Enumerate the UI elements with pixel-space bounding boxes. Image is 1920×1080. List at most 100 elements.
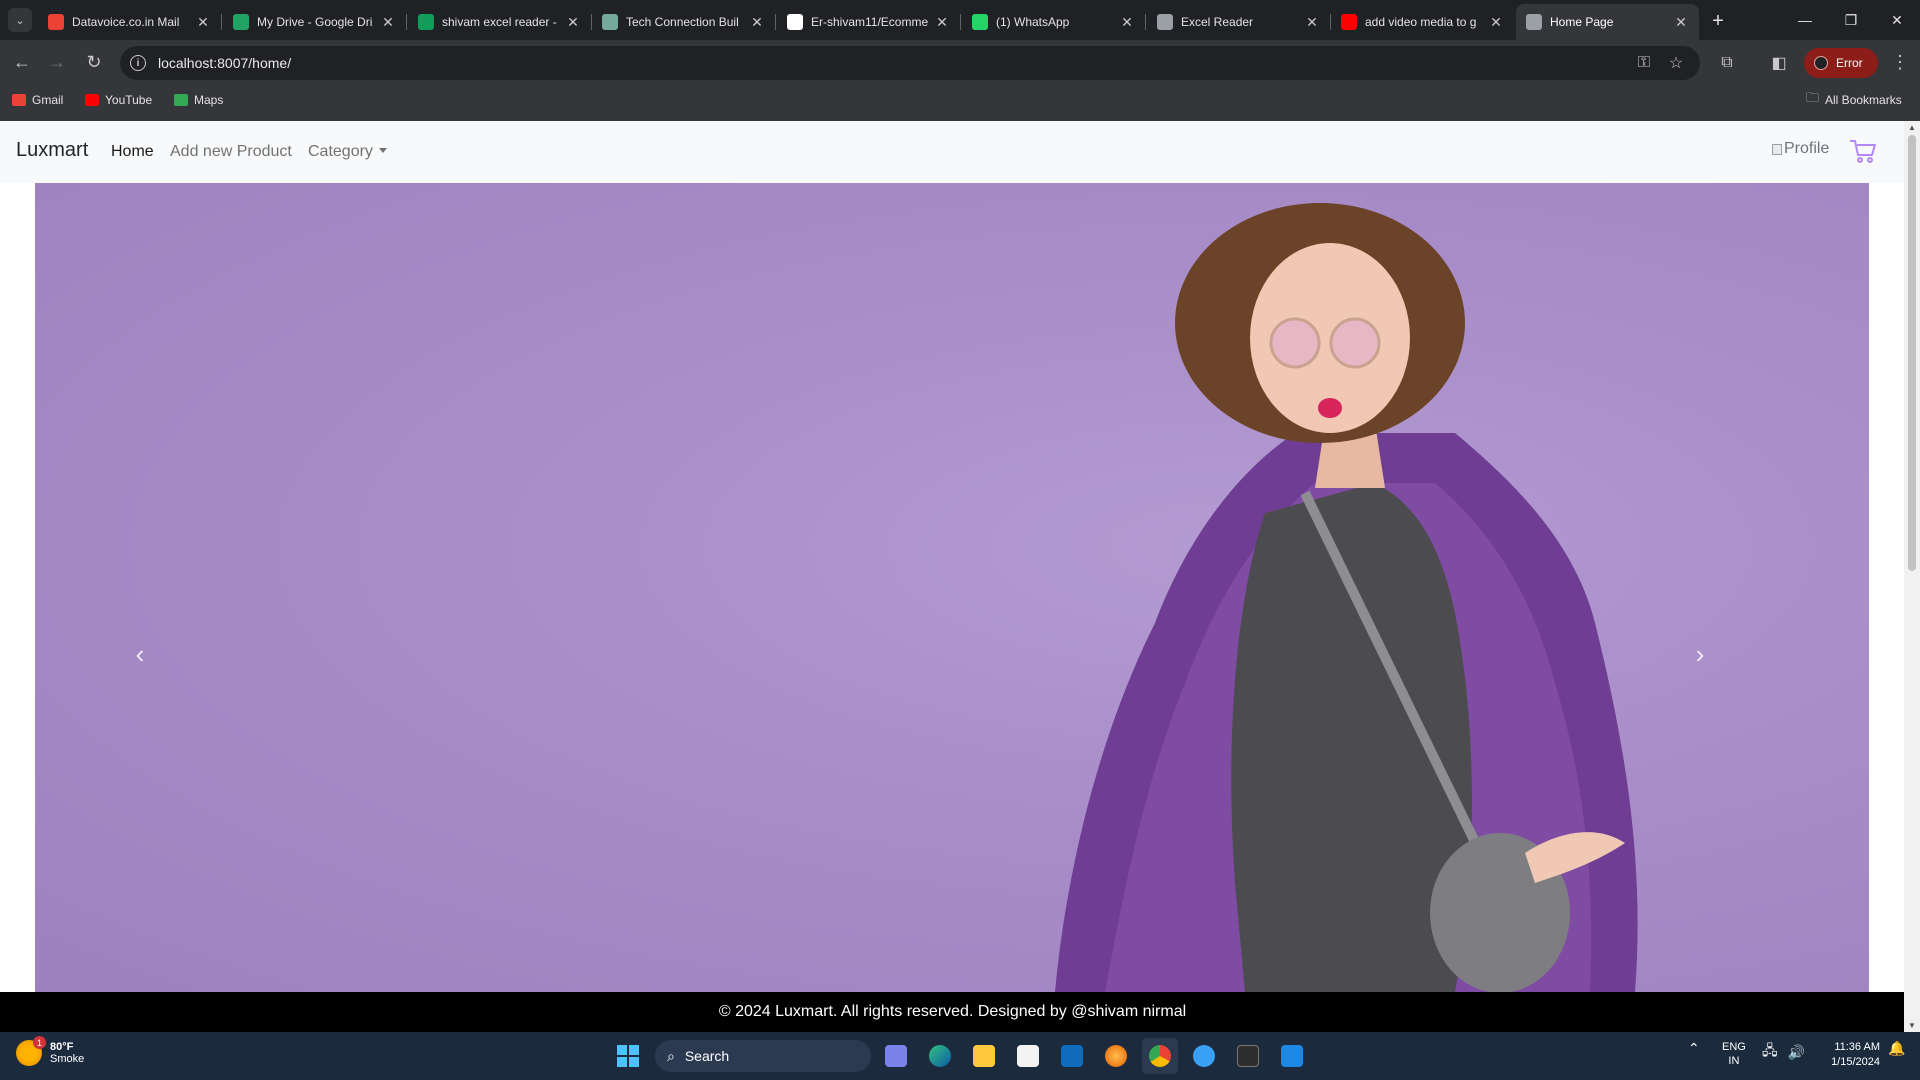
browser-tab[interactable]: Tech Connection Buil ✕ xyxy=(592,4,775,40)
minimize-button[interactable]: — xyxy=(1782,0,1828,40)
scroll-down-icon[interactable]: ▼ xyxy=(1907,1021,1917,1030)
system-tray-icons[interactable]: 🖧 🔊 xyxy=(1762,1040,1805,1064)
weather-temp: 80°F xyxy=(50,1041,74,1053)
clock[interactable]: 11:36 AM 1/15/2024 xyxy=(1820,1040,1880,1070)
notifications-bell-icon[interactable]: 🔔 xyxy=(1888,1040,1905,1057)
cart-icon[interactable] xyxy=(1848,136,1878,166)
tab-title: add video media to g xyxy=(1365,15,1477,29)
site-info-icon[interactable]: i xyxy=(130,55,146,71)
browser-tab[interactable]: Datavoice.co.in Mail ✕ xyxy=(38,4,221,40)
clock-time: 11:36 AM xyxy=(1834,1041,1880,1053)
search-label: Search xyxy=(684,1048,730,1064)
lang-bottom: IN xyxy=(1728,1055,1740,1067)
browser-tab[interactable]: Er-shivam11/Ecomme ✕ xyxy=(777,4,960,40)
nav-category-dropdown[interactable]: Category xyxy=(308,143,387,161)
youtube-icon xyxy=(1341,14,1357,30)
browser-icon xyxy=(1193,1045,1215,1067)
category-label: Category xyxy=(308,143,373,160)
teams-app-button[interactable] xyxy=(878,1038,914,1074)
mail-icon xyxy=(1061,1045,1083,1067)
weather-widget[interactable]: 1 80°F Smoke xyxy=(16,1036,84,1066)
profile-image[interactable]: Profile xyxy=(1772,140,1829,158)
volume-icon: 🔊 xyxy=(1787,1043,1806,1060)
site-footer: © 2024 Luxmart. All rights reserved. Des… xyxy=(0,992,1920,1032)
start-button[interactable] xyxy=(610,1038,646,1074)
site-navbar: Luxmart Home Add new Product Category Pr… xyxy=(0,121,1904,183)
browser-tab[interactable]: shivam excel reader - ✕ xyxy=(408,4,591,40)
browser-tab[interactable]: My Drive - Google Dri ✕ xyxy=(223,4,406,40)
close-window-button[interactable]: ✕ xyxy=(1874,0,1920,40)
vscode-icon xyxy=(1281,1045,1303,1067)
scroll-up-icon[interactable]: ▲ xyxy=(1907,123,1917,132)
avatar xyxy=(1814,56,1828,70)
language-indicator[interactable]: ENG IN xyxy=(1722,1040,1746,1068)
edge-icon xyxy=(929,1045,951,1067)
tab-title: My Drive - Google Dri xyxy=(257,15,373,29)
tab-title: Tech Connection Buil xyxy=(626,15,739,29)
terminal-icon xyxy=(1237,1045,1259,1067)
chrome-menu-icon[interactable]: ⋮ xyxy=(1890,50,1910,74)
chatgpt-icon xyxy=(602,14,618,30)
profile-error-button[interactable]: Error xyxy=(1804,48,1878,78)
new-tab-button[interactable]: + xyxy=(1705,8,1731,34)
tab-title: shivam excel reader - xyxy=(442,15,557,29)
bookmark-star-icon[interactable]: ☆ xyxy=(1665,52,1687,74)
all-bookmarks-label: All Bookmarks xyxy=(1825,93,1902,107)
nav-add-product-link[interactable]: Add new Product xyxy=(170,143,292,161)
scrollbar-thumb[interactable] xyxy=(1908,135,1916,571)
tab-search-button[interactable]: ⌄ xyxy=(8,8,32,32)
firefox-app-button[interactable] xyxy=(1098,1038,1134,1074)
page-scrollbar[interactable]: ▲ ▼ xyxy=(1904,121,1920,1032)
extensions-icon[interactable]: ⧉ xyxy=(1716,52,1738,74)
bookmark-label: Gmail xyxy=(32,93,64,107)
close-tab-icon[interactable]: ✕ xyxy=(934,14,950,31)
close-tab-icon[interactable]: ✕ xyxy=(1304,14,1320,31)
store-app-button[interactable] xyxy=(1010,1038,1046,1074)
chrome-app-button[interactable] xyxy=(1142,1038,1178,1074)
back-button[interactable]: ← xyxy=(8,48,36,76)
close-tab-icon[interactable]: ✕ xyxy=(195,14,211,31)
web-page: Luxmart Home Add new Product Category Pr… xyxy=(0,121,1904,992)
brand-logo[interactable]: Luxmart xyxy=(16,139,88,162)
file-explorer-button[interactable] xyxy=(966,1038,1002,1074)
browser-tab[interactable]: Excel Reader ✕ xyxy=(1147,4,1330,40)
hero-carousel: ‹ › xyxy=(35,183,1869,992)
close-tab-icon[interactable]: ✕ xyxy=(565,14,581,31)
taskbar-search[interactable]: ⌕ Search xyxy=(655,1040,871,1072)
teams-icon xyxy=(885,1045,907,1067)
mail-app-button[interactable] xyxy=(1054,1038,1090,1074)
carousel-prev-icon[interactable]: ‹ xyxy=(125,639,155,669)
github-icon xyxy=(787,14,803,30)
restore-button[interactable]: ❐ xyxy=(1828,0,1874,40)
bookmark-label: YouTube xyxy=(105,93,153,107)
browser-tab[interactable]: Home Page ✕ xyxy=(1516,4,1699,40)
vscode-app-button[interactable] xyxy=(1274,1038,1310,1074)
nav-home-link[interactable]: Home xyxy=(111,143,154,161)
url-text[interactable]: localhost:8007/home/ xyxy=(158,55,291,71)
password-key-icon[interactable]: ⚿ xyxy=(1633,52,1655,74)
show-hidden-icons[interactable]: ⌃ xyxy=(1688,1040,1700,1057)
close-tab-icon[interactable]: ✕ xyxy=(1119,14,1135,31)
edge-app-button[interactable] xyxy=(922,1038,958,1074)
close-tab-icon[interactable]: ✕ xyxy=(380,14,396,31)
carousel-next-icon[interactable]: › xyxy=(1685,639,1715,669)
bookmark-item[interactable]: Gmail xyxy=(12,88,63,112)
close-tab-icon[interactable]: ✕ xyxy=(1488,14,1504,31)
close-tab-icon[interactable]: ✕ xyxy=(749,14,765,31)
tab-title: (1) WhatsApp xyxy=(996,15,1070,29)
lang-top: ENG xyxy=(1722,1041,1746,1053)
browser-tab[interactable]: add video media to g ✕ xyxy=(1331,4,1514,40)
bookmark-item[interactable]: YouTube xyxy=(85,88,152,112)
tab-divider xyxy=(221,14,222,30)
edge-dev-app-button[interactable] xyxy=(1186,1038,1222,1074)
close-tab-icon[interactable]: ✕ xyxy=(1673,14,1689,31)
reload-button[interactable]: ↻ xyxy=(80,48,108,76)
forward-button[interactable]: → xyxy=(43,48,71,76)
terminal-app-button[interactable] xyxy=(1230,1038,1266,1074)
address-bar[interactable]: i localhost:8007/home/ xyxy=(120,46,1700,80)
browser-tab[interactable]: (1) WhatsApp ✕ xyxy=(962,4,1145,40)
bookmark-item[interactable]: Maps xyxy=(174,88,223,112)
all-bookmarks-button[interactable]: 🗀 All Bookmarks xyxy=(1806,88,1902,112)
side-panel-icon[interactable]: ◧ xyxy=(1768,52,1790,74)
hero-model-image xyxy=(1055,203,1638,992)
